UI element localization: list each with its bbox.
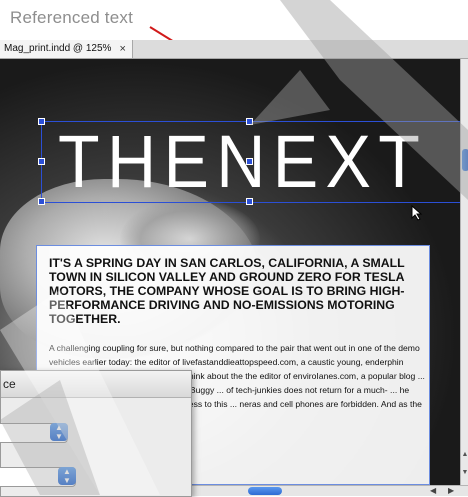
document-tab-title: Mag_print.indd @ 125% bbox=[4, 43, 112, 54]
headline-text-frame-selection[interactable] bbox=[38, 118, 460, 205]
scroll-down-arrow-icon[interactable]: ▼ bbox=[461, 469, 468, 485]
selection-handle[interactable] bbox=[38, 198, 45, 205]
scroll-right-arrow-icon[interactable]: ▶ bbox=[448, 486, 454, 495]
vertical-scrollbar[interactable]: ▲ ▼ bbox=[460, 59, 468, 485]
dialog-panel[interactable]: ce ▲ ▼ ▲ ▼ bbox=[0, 370, 192, 497]
vertical-scroll-thumb[interactable] bbox=[462, 149, 468, 171]
popup-stepper-icon[interactable]: ▲ ▼ bbox=[50, 423, 68, 441]
scroll-left-arrow-icon[interactable]: ◀ bbox=[430, 486, 436, 495]
horizontal-scrollbar[interactable]: ◀ ▶ bbox=[190, 485, 468, 496]
popup-stepper-icon[interactable]: ▲ ▼ bbox=[58, 467, 76, 485]
dialog-titlebar[interactable]: ce bbox=[1, 371, 191, 398]
document-tab-bar: Mag_print.indd @ 125% × bbox=[0, 40, 468, 59]
dialog-popup-menu[interactable]: ▲ ▼ bbox=[0, 423, 68, 443]
selection-handle[interactable] bbox=[246, 198, 253, 205]
close-icon[interactable]: × bbox=[119, 40, 125, 58]
selection-handle[interactable] bbox=[38, 158, 45, 165]
selection-handle[interactable] bbox=[246, 118, 253, 125]
document-tab[interactable]: Mag_print.indd @ 125% × bbox=[0, 40, 133, 58]
mouse-pointer-icon bbox=[411, 205, 423, 221]
subhead-text: IT'S A SPRING DAY IN SAN CARLOS, CALIFOR… bbox=[49, 256, 405, 326]
selection-handle[interactable] bbox=[38, 118, 45, 125]
selection-handle[interactable] bbox=[246, 158, 253, 165]
dialog-popup-menu[interactable]: ▲ ▼ bbox=[0, 467, 76, 487]
scroll-up-arrow-icon[interactable]: ▲ bbox=[461, 451, 468, 467]
horizontal-scroll-thumb[interactable] bbox=[248, 487, 282, 495]
dialog-title: ce bbox=[3, 377, 16, 391]
